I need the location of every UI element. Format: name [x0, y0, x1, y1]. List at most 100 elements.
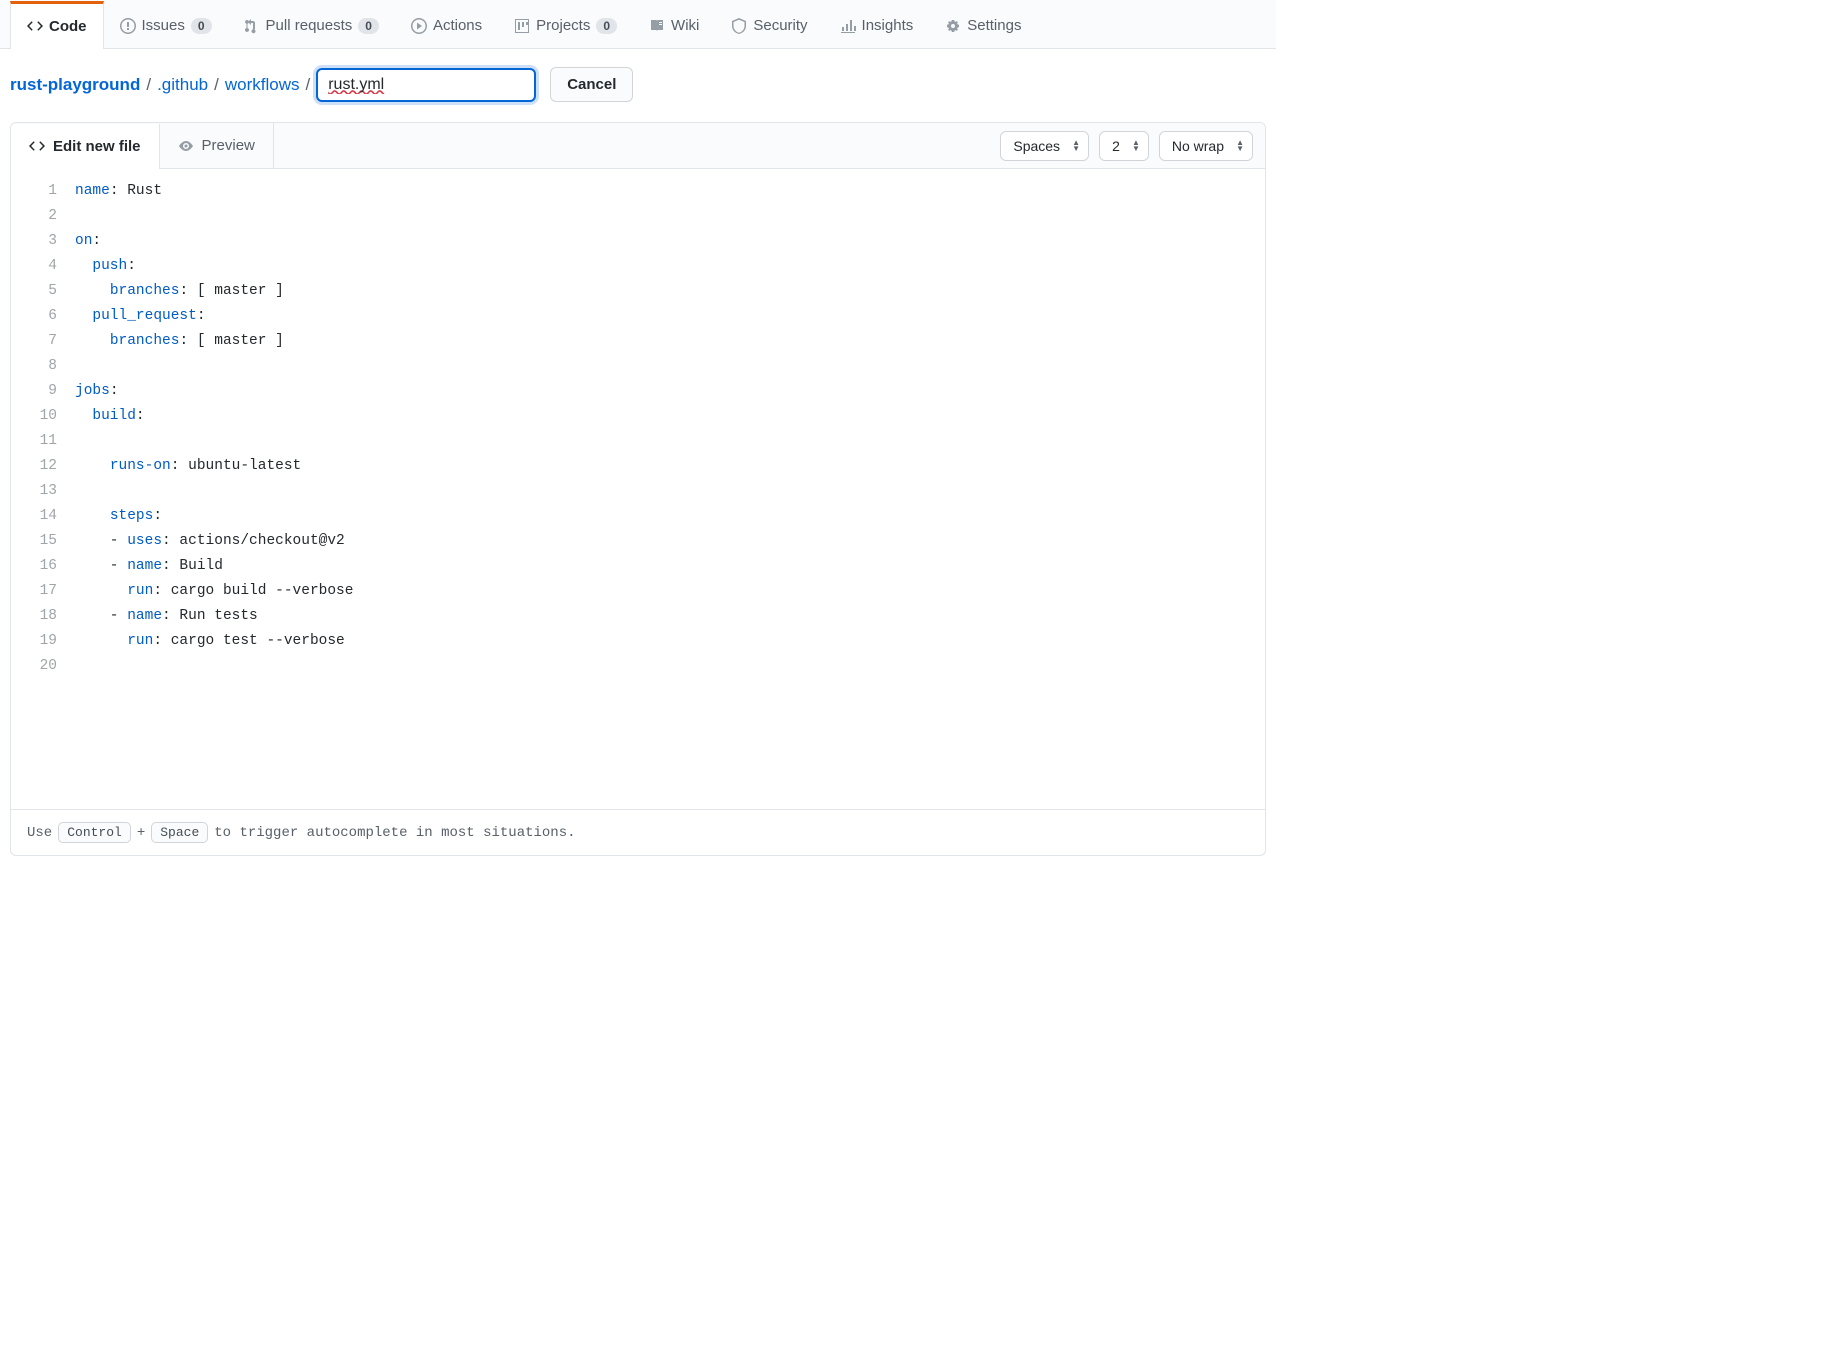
- indent-mode-select[interactable]: Spaces ▲▼: [1000, 131, 1089, 161]
- line-number: 10: [11, 404, 75, 429]
- tab-settings-label: Settings: [967, 17, 1021, 34]
- code-content[interactable]: push:: [75, 254, 136, 279]
- line-number: 3: [11, 229, 75, 254]
- tab-wiki[interactable]: Wiki: [633, 0, 715, 48]
- cancel-button[interactable]: Cancel: [550, 67, 633, 102]
- tab-issues[interactable]: Issues 0: [104, 0, 228, 48]
- code-content[interactable]: run: cargo test --verbose: [75, 629, 345, 654]
- tab-insights-label: Insights: [862, 17, 914, 34]
- code-line[interactable]: 19 run: cargo test --verbose: [11, 629, 1265, 654]
- code-content[interactable]: runs-on: ubuntu-latest: [75, 454, 301, 479]
- editor-box: Edit new file Preview Spaces ▲▼ 2 ▲▼ No …: [10, 122, 1266, 856]
- indent-size-select[interactable]: 2 ▲▼: [1099, 131, 1149, 161]
- wrap-mode-value: No wrap: [1172, 138, 1224, 154]
- line-number: 13: [11, 479, 75, 504]
- breadcrumb-dir-workflows[interactable]: workflows: [225, 75, 300, 95]
- code-line[interactable]: 15 - uses: actions/checkout@v2: [11, 529, 1265, 554]
- chevron-updown-icon: ▲▼: [1236, 140, 1244, 152]
- line-number: 2: [11, 204, 75, 229]
- line-number: 7: [11, 329, 75, 354]
- tab-projects-label: Projects: [536, 17, 590, 34]
- wrap-mode-select[interactable]: No wrap ▲▼: [1159, 131, 1253, 161]
- tab-settings[interactable]: Settings: [929, 0, 1037, 48]
- editor-footer-hint: Use Control + Space to trigger autocompl…: [11, 809, 1265, 855]
- hint-post: to trigger autocomplete in most situatio…: [214, 825, 575, 841]
- code-content[interactable]: - name: Run tests: [75, 604, 258, 629]
- code-line[interactable]: 14 steps:: [11, 504, 1265, 529]
- code-line[interactable]: 10 build:: [11, 404, 1265, 429]
- gear-icon: [945, 18, 961, 34]
- tab-edit-file[interactable]: Edit new file: [11, 124, 160, 169]
- code-content[interactable]: - uses: actions/checkout@v2: [75, 529, 345, 554]
- indent-size-value: 2: [1112, 138, 1120, 154]
- editor-tabs: Edit new file Preview Spaces ▲▼ 2 ▲▼ No …: [11, 123, 1265, 169]
- hint-pre: Use: [27, 825, 52, 841]
- code-icon: [27, 18, 43, 34]
- code-content[interactable]: build:: [75, 404, 145, 429]
- code-content[interactable]: branches: [ master ]: [75, 279, 284, 304]
- tab-preview-label: Preview: [202, 137, 255, 154]
- line-number: 17: [11, 579, 75, 604]
- indent-mode-value: Spaces: [1013, 138, 1060, 154]
- line-number: 6: [11, 304, 75, 329]
- code-content[interactable]: jobs:: [75, 379, 119, 404]
- code-line[interactable]: 4 push:: [11, 254, 1265, 279]
- tab-insights[interactable]: Insights: [824, 0, 930, 48]
- chevron-updown-icon: ▲▼: [1072, 140, 1080, 152]
- tab-code[interactable]: Code: [10, 1, 104, 49]
- shield-icon: [731, 18, 747, 34]
- line-number: 8: [11, 354, 75, 379]
- kbd-control: Control: [58, 822, 131, 843]
- code-content[interactable]: name: Rust: [75, 179, 162, 204]
- tab-pulls-label: Pull requests: [266, 17, 353, 34]
- code-line[interactable]: 7 branches: [ master ]: [11, 329, 1265, 354]
- code-line[interactable]: 1name: Rust: [11, 179, 1265, 204]
- code-line[interactable]: 18 - name: Run tests: [11, 604, 1265, 629]
- line-number: 12: [11, 454, 75, 479]
- code-editor[interactable]: 1name: Rust23on:4 push:5 branches: [ mas…: [11, 169, 1265, 809]
- tab-preview[interactable]: Preview: [160, 123, 274, 168]
- tab-security-label: Security: [753, 17, 807, 34]
- code-line[interactable]: 17 run: cargo build --verbose: [11, 579, 1265, 604]
- tab-pull-requests[interactable]: Pull requests 0: [228, 0, 395, 48]
- hint-plus: +: [137, 825, 145, 841]
- tab-actions[interactable]: Actions: [395, 0, 498, 48]
- play-circle-icon: [411, 18, 427, 34]
- editor-toolbar: Spaces ▲▼ 2 ▲▼ No wrap ▲▼: [1000, 131, 1265, 161]
- breadcrumb: rust-playground / .github / workflows / …: [0, 49, 1276, 122]
- code-line[interactable]: 12 runs-on: ubuntu-latest: [11, 454, 1265, 479]
- breadcrumb-sep: /: [144, 75, 153, 95]
- code-content[interactable]: run: cargo build --verbose: [75, 579, 353, 604]
- project-icon: [514, 18, 530, 34]
- code-content[interactable]: on:: [75, 229, 101, 254]
- line-number: 11: [11, 429, 75, 454]
- code-line[interactable]: 20: [11, 654, 1265, 679]
- code-line[interactable]: 16 - name: Build: [11, 554, 1265, 579]
- filename-input[interactable]: [316, 68, 536, 102]
- line-number: 16: [11, 554, 75, 579]
- code-line[interactable]: 6 pull_request:: [11, 304, 1265, 329]
- breadcrumb-dir-github[interactable]: .github: [157, 75, 208, 95]
- code-content[interactable]: steps:: [75, 504, 162, 529]
- projects-count: 0: [596, 18, 617, 34]
- code-content[interactable]: - name: Build: [75, 554, 223, 579]
- code-line[interactable]: 9jobs:: [11, 379, 1265, 404]
- code-line[interactable]: 11: [11, 429, 1265, 454]
- code-line[interactable]: 13: [11, 479, 1265, 504]
- git-pull-request-icon: [244, 18, 260, 34]
- line-number: 5: [11, 279, 75, 304]
- breadcrumb-repo-link[interactable]: rust-playground: [10, 75, 140, 95]
- tab-projects[interactable]: Projects 0: [498, 0, 633, 48]
- code-line[interactable]: 3on:: [11, 229, 1265, 254]
- code-line[interactable]: 5 branches: [ master ]: [11, 279, 1265, 304]
- code-icon: [29, 138, 45, 154]
- pulls-count: 0: [358, 18, 379, 34]
- code-line[interactable]: 2: [11, 204, 1265, 229]
- line-number: 15: [11, 529, 75, 554]
- code-content[interactable]: branches: [ master ]: [75, 329, 284, 354]
- breadcrumb-sep: /: [212, 75, 221, 95]
- code-content[interactable]: pull_request:: [75, 304, 206, 329]
- code-line[interactable]: 8: [11, 354, 1265, 379]
- line-number: 18: [11, 604, 75, 629]
- tab-security[interactable]: Security: [715, 0, 823, 48]
